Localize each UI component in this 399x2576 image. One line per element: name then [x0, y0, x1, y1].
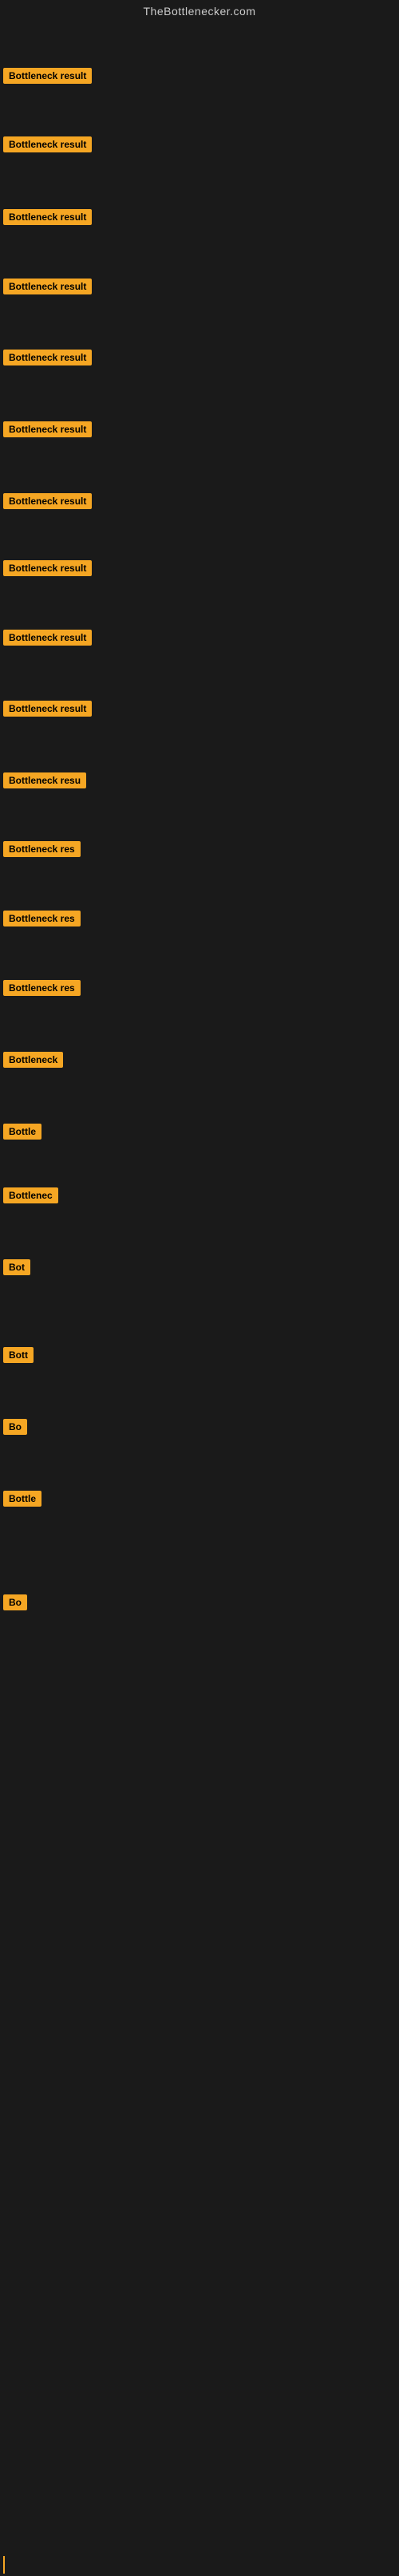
cursor-bar-23	[3, 2556, 5, 2574]
bottleneck-badge-22[interactable]: Bo	[3, 1594, 27, 1610]
bottleneck-badge-3[interactable]: Bottleneck result	[3, 209, 92, 225]
bottleneck-badge-18[interactable]: Bot	[3, 1259, 30, 1275]
bottleneck-badge-19[interactable]: Bott	[3, 1347, 34, 1363]
bottleneck-badge-10[interactable]: Bottleneck result	[3, 701, 92, 717]
bottleneck-badge-13[interactable]: Bottleneck res	[3, 911, 81, 926]
bottleneck-badge-20[interactable]: Bo	[3, 1419, 27, 1435]
bottleneck-badge-6[interactable]: Bottleneck result	[3, 421, 92, 437]
bottleneck-badge-8[interactable]: Bottleneck result	[3, 560, 92, 576]
bottleneck-badge-11[interactable]: Bottleneck resu	[3, 772, 86, 788]
bottleneck-badge-14[interactable]: Bottleneck res	[3, 980, 81, 996]
bottleneck-badge-16[interactable]: Bottle	[3, 1124, 41, 1140]
bottleneck-badge-4[interactable]: Bottleneck result	[3, 279, 92, 294]
badges-container: Bottleneck result Bottleneck result Bottle…	[0, 22, 399, 2576]
bottleneck-badge-5[interactable]: Bottleneck result	[3, 350, 92, 365]
site-title: TheBottlenecker.com	[0, 0, 399, 22]
bottleneck-badge-12[interactable]: Bottleneck res	[3, 841, 81, 857]
bottleneck-badge-9[interactable]: Bottleneck result	[3, 630, 92, 646]
bottleneck-badge-15[interactable]: Bottleneck	[3, 1052, 63, 1068]
bottleneck-badge-21[interactable]: Bottle	[3, 1491, 41, 1507]
bottleneck-badge-17[interactable]: Bottlenec	[3, 1187, 58, 1203]
bottleneck-badge-7[interactable]: Bottleneck result	[3, 493, 92, 509]
bottleneck-badge-1[interactable]: Bottleneck result	[3, 68, 92, 84]
bottleneck-badge-2[interactable]: Bottleneck result	[3, 136, 92, 152]
